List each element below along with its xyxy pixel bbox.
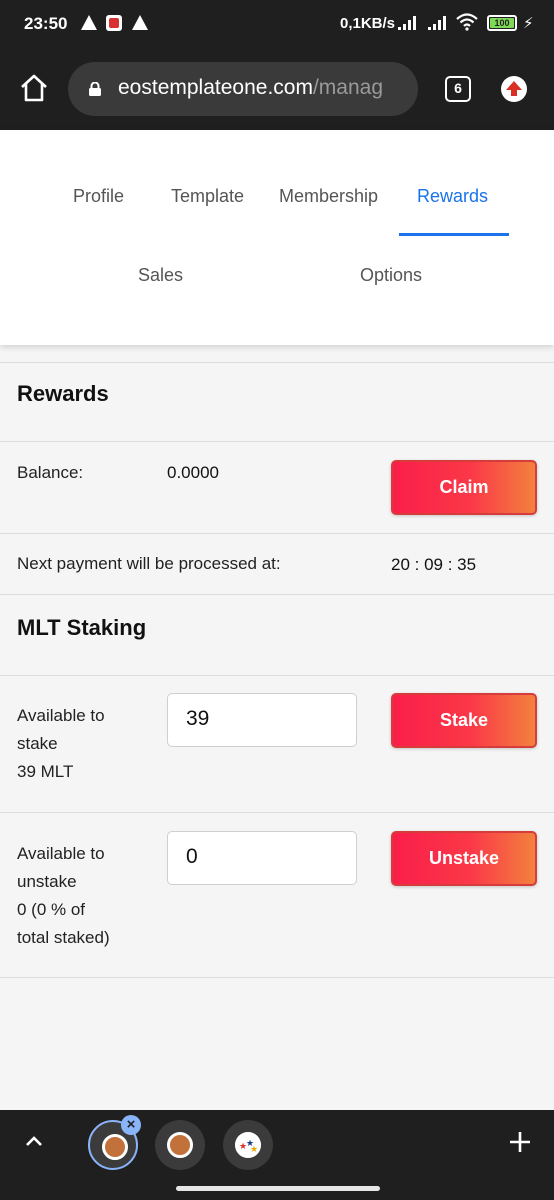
available-to-unstake-label: Available to unstake 0 (0 % of total sta… [17,840,110,952]
tab-thumbnail[interactable]: ★ ★ ★ [223,1120,273,1170]
warning-icon [81,15,97,30]
tab-rewards[interactable]: Rewards [417,186,488,207]
tab-membership[interactable]: Membership [279,186,378,207]
gesture-bar[interactable] [176,1186,380,1191]
tab-thumbnail[interactable] [155,1120,205,1170]
tab-sales[interactable]: Sales [138,265,183,286]
payment-countdown: 20 : 09 : 35 [391,555,477,574]
update-icon[interactable] [501,76,527,102]
url-path: /manag [312,76,383,99]
balance-value: 0.0000 [167,463,219,482]
network-speed: 0,1KB/s [340,15,396,32]
balance-label: Balance: [17,463,84,482]
tab-profile[interactable]: Profile [73,186,124,207]
battery-icon: 100 [487,15,517,31]
staking-title: MLT Staking [17,615,147,640]
plus-icon[interactable] [508,1130,532,1154]
label-line: total staked) [17,928,110,947]
label-line: 0 (0 % of [17,900,86,919]
available-to-stake-label: Available to stake 39 MLT [17,702,105,786]
divider [0,675,554,676]
label-line: Available to [17,706,105,725]
svg-text:★: ★ [250,1145,258,1155]
divider [0,533,554,534]
label-line: Available to [17,844,105,863]
warning-icon [132,15,148,30]
tabs-icon[interactable]: 6 [445,76,471,102]
wifi-icon [456,13,478,31]
tab-favicon [102,1134,128,1160]
notification-app-icon [106,15,122,31]
label-line: 39 MLT [17,762,74,781]
url-text: eostemplateone.com/manag [118,76,383,100]
next-payment-label: Next payment will be processed at: [17,554,281,573]
status-bar: 23:50 0,1KB/s 100 ⚡ [0,0,554,50]
tab-template[interactable]: Template [171,186,244,207]
section-nav: Profile Template Membership Rewards Sale… [0,130,554,345]
divider [0,594,554,595]
divider [0,362,554,363]
bottom-tab-strip: × ★ ★ ★ [0,1110,554,1200]
divider [0,977,554,978]
tab-favicon [167,1132,193,1158]
address-field[interactable]: eostemplateone.com/manag [68,62,418,116]
tab-favicon: ★ ★ ★ [235,1132,261,1158]
stake-amount-input[interactable]: 39 [167,693,357,747]
close-icon[interactable]: × [121,1115,141,1135]
home-icon[interactable] [18,72,50,104]
stake-button[interactable]: Stake [391,693,537,748]
status-time: 23:50 [24,14,68,33]
signal-icon [428,16,448,30]
chevron-up-icon[interactable] [24,1132,44,1152]
label-line: unstake [17,872,77,891]
unstake-amount-input[interactable]: 0 [167,831,357,885]
unstake-button[interactable]: Unstake [391,831,537,886]
active-tab-indicator [399,233,509,236]
url-domain: eostemplateone.com [118,76,313,99]
tab-options[interactable]: Options [360,265,422,286]
divider [0,812,554,813]
claim-button[interactable]: Claim [391,460,537,515]
browser-chrome: 23:50 0,1KB/s 100 ⚡ eostemplateone.com/m… [0,0,554,130]
lock-icon [89,82,101,96]
label-line: stake [17,734,58,753]
rewards-title: Rewards [17,381,109,406]
divider [0,441,554,442]
battery-level: 100 [490,18,514,28]
charging-icon: ⚡ [523,15,534,32]
url-bar: eostemplateone.com/manag 6 [0,56,554,122]
signal-icon [398,16,418,30]
